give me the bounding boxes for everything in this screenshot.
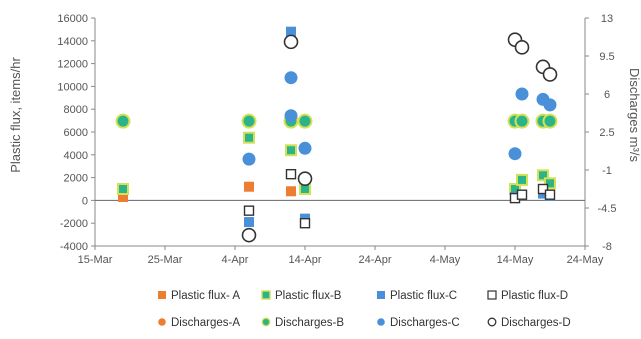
point-plastic-flux-a: [286, 186, 296, 197]
series-discharges-d: [241, 32, 558, 243]
data-marks: [115, 26, 558, 243]
y2-tick-label: 6: [604, 89, 610, 101]
point-discharges-d: [297, 171, 313, 186]
legend-item-discharges-a: Discharges-A: [158, 317, 240, 329]
y2-tick-label: -8: [602, 241, 612, 253]
x-tick-label: 25-Mar: [148, 254, 183, 266]
y-tick-label: 4000: [64, 150, 88, 162]
point-discharges-d: [514, 40, 530, 55]
legend-marker: [158, 291, 166, 299]
scatter-chart: -4000 -2000 0 2000 4000 6000 8000 10000 12000 140…: [8, 13, 641, 329]
point-discharges-d: [542, 67, 558, 82]
y-axis-title: Plastic flux, items/hr: [8, 57, 23, 173]
point-discharges-c: [515, 87, 529, 101]
y2-tick-label: -4.5: [598, 203, 617, 215]
x-tick-label: 14-Apr: [288, 254, 321, 266]
y2-tick-label: 9.5: [599, 51, 614, 63]
y2-tick-label: 13: [601, 13, 613, 25]
legend-marker: [377, 318, 385, 326]
legend-label: Plastic flux-C: [390, 290, 457, 302]
axes: -4000 -2000 0 2000 4000 6000 8000 10000 12000 140…: [57, 13, 616, 266]
legend-label: Discharges-B: [275, 317, 344, 329]
legend-item-plastic-flux-b: Plastic flux-B: [261, 290, 342, 302]
y-tick-label: -2000: [60, 218, 88, 230]
x-tick-label: 14-May: [497, 254, 534, 266]
point-discharges-c: [242, 152, 256, 166]
point-plastic-flux-d: [285, 168, 297, 180]
point-discharges-c: [298, 141, 312, 155]
point-discharges-b: [514, 113, 530, 129]
legend-marker: [377, 291, 385, 299]
series-discharges-a: [116, 114, 557, 128]
point-plastic-flux-d: [243, 205, 255, 216]
point-plastic-flux-d: [299, 217, 311, 229]
y2-axis-title: Discharges m³/s: [627, 68, 641, 162]
series-plastic-flux-b: [117, 131, 556, 195]
legend-marker: [261, 317, 271, 327]
point-plastic-flux-a: [244, 181, 254, 192]
y-tick-label: -4000: [60, 241, 88, 253]
point-discharges-c: [284, 109, 298, 123]
y-tick-label: 12000: [57, 59, 88, 71]
point-discharges-b: [542, 113, 558, 129]
legend-marker: [158, 318, 166, 326]
legend-label: Plastic flux- A: [171, 290, 240, 302]
legend-marker: [261, 290, 271, 300]
point-discharges-c: [508, 147, 522, 161]
legend-label: Discharges-D: [501, 317, 571, 329]
point-discharges-b: [241, 113, 257, 129]
legend-label: Discharges-A: [171, 317, 240, 329]
x-tick-label: 4-May: [430, 254, 461, 266]
legend-marker: [487, 290, 497, 300]
point-plastic-flux-b: [285, 144, 297, 157]
legend: Plastic flux- A Plastic flux-B Plastic flu…: [158, 290, 571, 329]
y-tick-label: 0: [82, 195, 88, 207]
legend-item-plastic-flux-a: Plastic flux- A: [158, 290, 240, 302]
x-tick-label: 15-Mar: [78, 254, 113, 266]
point-plastic-flux-d: [544, 189, 556, 200]
point-plastic-flux-b: [243, 131, 255, 144]
point-plastic-flux-d: [516, 189, 528, 200]
y-tick-label: 6000: [64, 127, 88, 139]
legend-item-discharges-b: Discharges-B: [261, 317, 344, 329]
point-plastic-flux-c: [244, 217, 254, 228]
legend-item-discharges-c: Discharges-C: [377, 317, 460, 329]
legend-label: Discharges-C: [390, 317, 460, 329]
legend-item-plastic-flux-d: Plastic flux-D: [487, 290, 568, 302]
point-discharges-b: [297, 113, 313, 129]
point-discharges-c: [284, 71, 298, 85]
y2-tick-label: -1: [602, 165, 612, 177]
series-discharges-b: [115, 113, 558, 129]
y-tick-label: 16000: [57, 13, 88, 25]
series-plastic-flux-d: [243, 168, 556, 229]
legend-label: Plastic flux-B: [275, 290, 342, 302]
x-tick-label: 4-Apr: [222, 254, 249, 266]
point-discharges-c: [543, 98, 557, 112]
legend-label: Plastic flux-D: [501, 290, 568, 302]
point-discharges-d: [241, 227, 257, 243]
y-tick-label: 10000: [57, 81, 88, 93]
legend-item-discharges-d: Discharges-D: [487, 317, 571, 329]
x-tick-label: 24-May: [567, 254, 604, 266]
legend-marker: [487, 317, 497, 327]
series-plastic-flux-a: [118, 181, 296, 202]
y2-tick-label: 2.5: [599, 127, 614, 139]
y-tick-label: 14000: [57, 36, 88, 48]
point-plastic-flux-b: [117, 183, 129, 195]
x-tick-label: 24-Apr: [358, 254, 391, 266]
point-discharges-d: [283, 34, 299, 50]
legend-item-plastic-flux-c: Plastic flux-C: [377, 290, 457, 302]
y-tick-label: 2000: [64, 173, 88, 185]
point-plastic-flux-b: [516, 173, 528, 186]
y-tick-label: 8000: [64, 104, 88, 116]
point-discharges-b: [115, 113, 131, 129]
